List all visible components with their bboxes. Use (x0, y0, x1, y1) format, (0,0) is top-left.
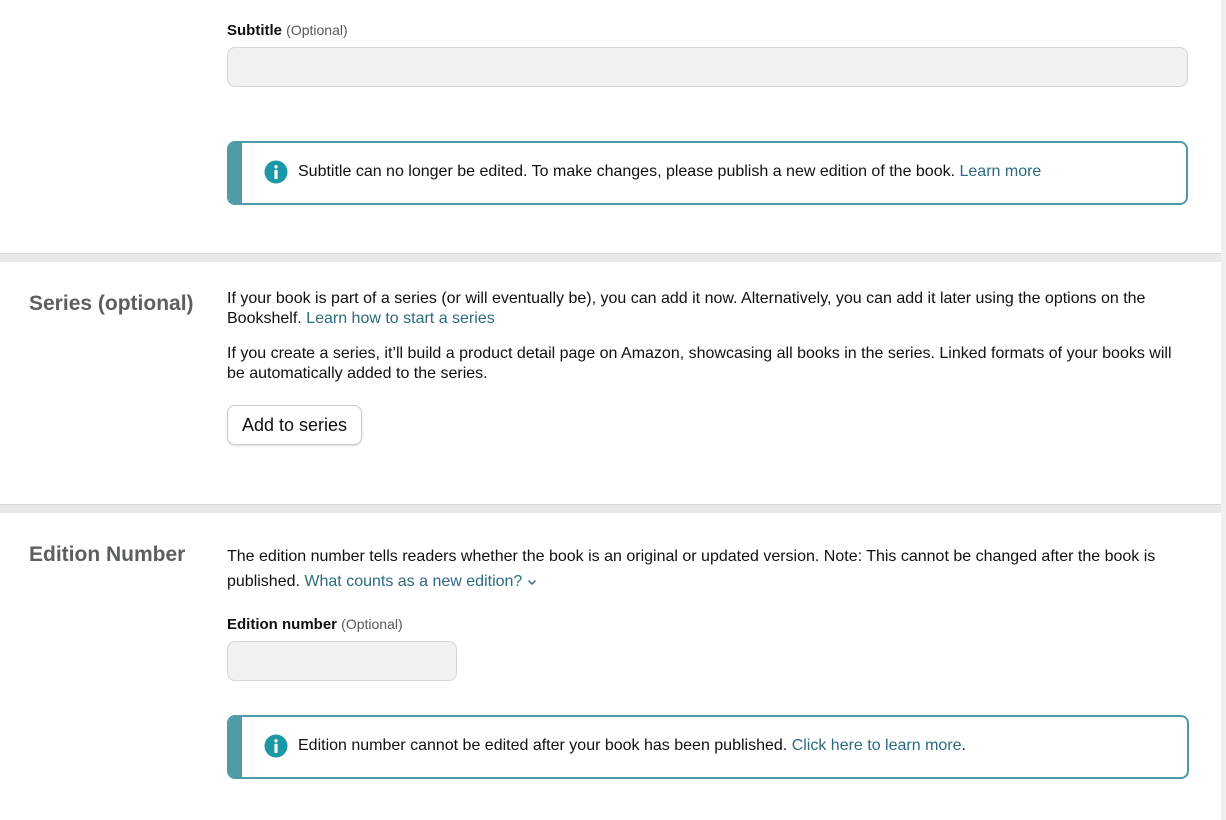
new-edition-link-text: What counts as a new edition? (304, 573, 523, 590)
edition-notice-text: Edition number cannot be edited after yo… (298, 735, 966, 757)
edition-section-title: Edition Number (29, 543, 186, 566)
subtitle-notice-text: Subtitle can no longer be edited. To mak… (298, 161, 1041, 183)
page-edge (1221, 0, 1226, 820)
kdp-book-details-page: Subtitle (Optional) Subtitle can no long… (0, 0, 1226, 820)
subtitle-optional-text: (Optional) (286, 22, 348, 38)
edition-notice: Edition number cannot be edited after yo… (227, 715, 1189, 779)
add-to-series-button[interactable]: Add to series (227, 405, 363, 445)
edition-number-input[interactable] (227, 641, 457, 681)
series-section-title: Series (optional) (29, 292, 194, 315)
series-description: If your book is part of a series (or wil… (227, 289, 1182, 329)
start-series-link[interactable]: Learn how to start a series (306, 310, 495, 327)
info-icon (264, 734, 288, 758)
new-edition-link[interactable]: What counts as a new edition? (304, 573, 536, 590)
subtitle-label: Subtitle (Optional) (227, 20, 1187, 41)
edition-field-group: Edition number (Optional) (227, 614, 1187, 681)
info-icon (264, 160, 288, 184)
edition-section: Edition Number The edition number tells … (0, 513, 1221, 820)
series-content: If your book is part of a series (or wil… (227, 289, 1182, 445)
section-divider (0, 504, 1221, 513)
notice-accent-bar (229, 143, 242, 203)
subtitle-notice: Subtitle can no longer be edited. To mak… (227, 141, 1188, 205)
edition-optional-text: (Optional) (341, 616, 403, 632)
subtitle-notice-message: Subtitle can no longer be edited. To mak… (298, 163, 956, 180)
edition-number-label-text: Edition number (227, 616, 337, 633)
subtitle-input[interactable] (227, 47, 1188, 87)
subtitle-field-group: Subtitle (Optional) (227, 20, 1188, 87)
series-description-2: If you create a series, it’ll build a pr… (227, 345, 1172, 382)
notice-accent-bar (229, 717, 242, 777)
learn-more-link[interactable]: Learn more (960, 163, 1042, 180)
chevron-down-icon (527, 579, 536, 585)
edition-number-label: Edition number (Optional) (227, 614, 1187, 635)
series-section: Series (optional) If your book is part o… (0, 262, 1221, 504)
edition-notice-message: Edition number cannot be edited after yo… (298, 737, 788, 754)
subtitle-section: Subtitle (Optional) Subtitle can no long… (0, 0, 1221, 253)
click-here-learn-more-link[interactable]: Click here to learn more (792, 737, 962, 754)
subtitle-label-text: Subtitle (227, 22, 282, 39)
section-divider (0, 253, 1221, 262)
edition-description: The edition number tells readers whether… (227, 544, 1187, 594)
edition-notice-suffix: . (961, 737, 966, 754)
edition-content: The edition number tells readers whether… (227, 544, 1187, 594)
